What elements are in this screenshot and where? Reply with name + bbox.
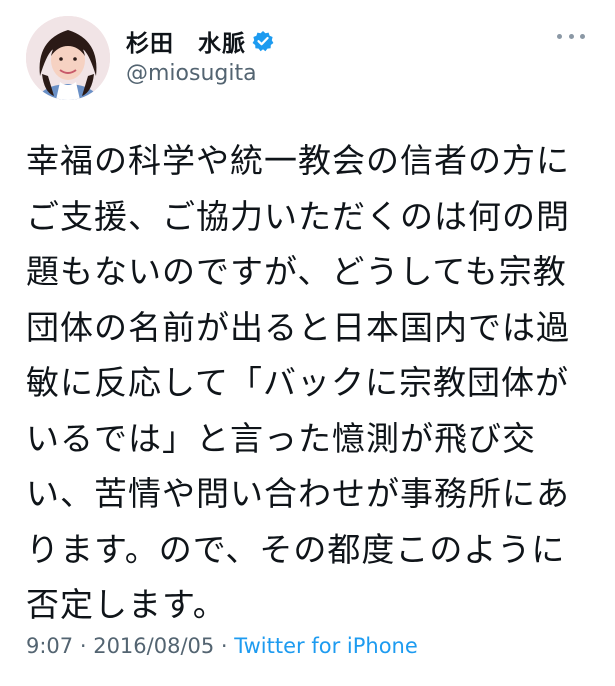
- user-name-row[interactable]: 杉田 水脈: [126, 24, 274, 58]
- tweet-card: 杉田 水脈 @miosugita 幸福の科学や統一教会の信者の方に ご支援、ご協…: [0, 0, 615, 686]
- meta-separator: ·: [214, 634, 235, 658]
- tweet-meta: 9:07 · 2016/08/05 · Twitter for iPhone: [26, 634, 418, 658]
- tweet-text-line: 団体の名前が出ると日本国内では過: [26, 307, 570, 347]
- tweet-text-line: い、苦情や問い合わせが事務所にあ: [26, 474, 570, 513]
- meta-separator: ·: [73, 634, 94, 658]
- dot: [557, 33, 562, 39]
- tweet-text-line: 幸福の科学や統一教会の信者の方に: [26, 141, 570, 180]
- tweet-text: 幸福の科学や統一教会の信者の方に ご支援、ご協力いただくのは何の問 題もないので…: [26, 133, 596, 633]
- verified-badge-icon: [252, 30, 274, 52]
- tweet-text-line: ご支援、ご協力いただくのは何の問: [26, 196, 570, 236]
- tweet-text-line: 敏に反応して「バックに宗教団体が: [26, 363, 570, 402]
- avatar[interactable]: [26, 16, 110, 100]
- more-dots-icon[interactable]: [557, 26, 585, 46]
- dot: [580, 33, 585, 39]
- tweet-source-link[interactable]: Twitter for iPhone: [234, 634, 418, 658]
- tweet-date[interactable]: 2016/08/05: [93, 634, 214, 658]
- user-handle[interactable]: @miosugita: [126, 61, 257, 86]
- dot: [568, 33, 574, 39]
- avatar-image: [26, 16, 110, 100]
- tweet-text-line: 題もないのですが、どうしても宗教: [26, 252, 567, 291]
- display-name[interactable]: 杉田 水脈: [126, 24, 246, 58]
- tweet-text-line: 否定します。: [26, 585, 227, 624]
- tweet-text-line: いるでは」と言った憶測が飛び交: [26, 418, 536, 458]
- tweet-text-line: ります。ので、その都度このように: [26, 529, 566, 569]
- tweet-time[interactable]: 9:07: [26, 634, 73, 658]
